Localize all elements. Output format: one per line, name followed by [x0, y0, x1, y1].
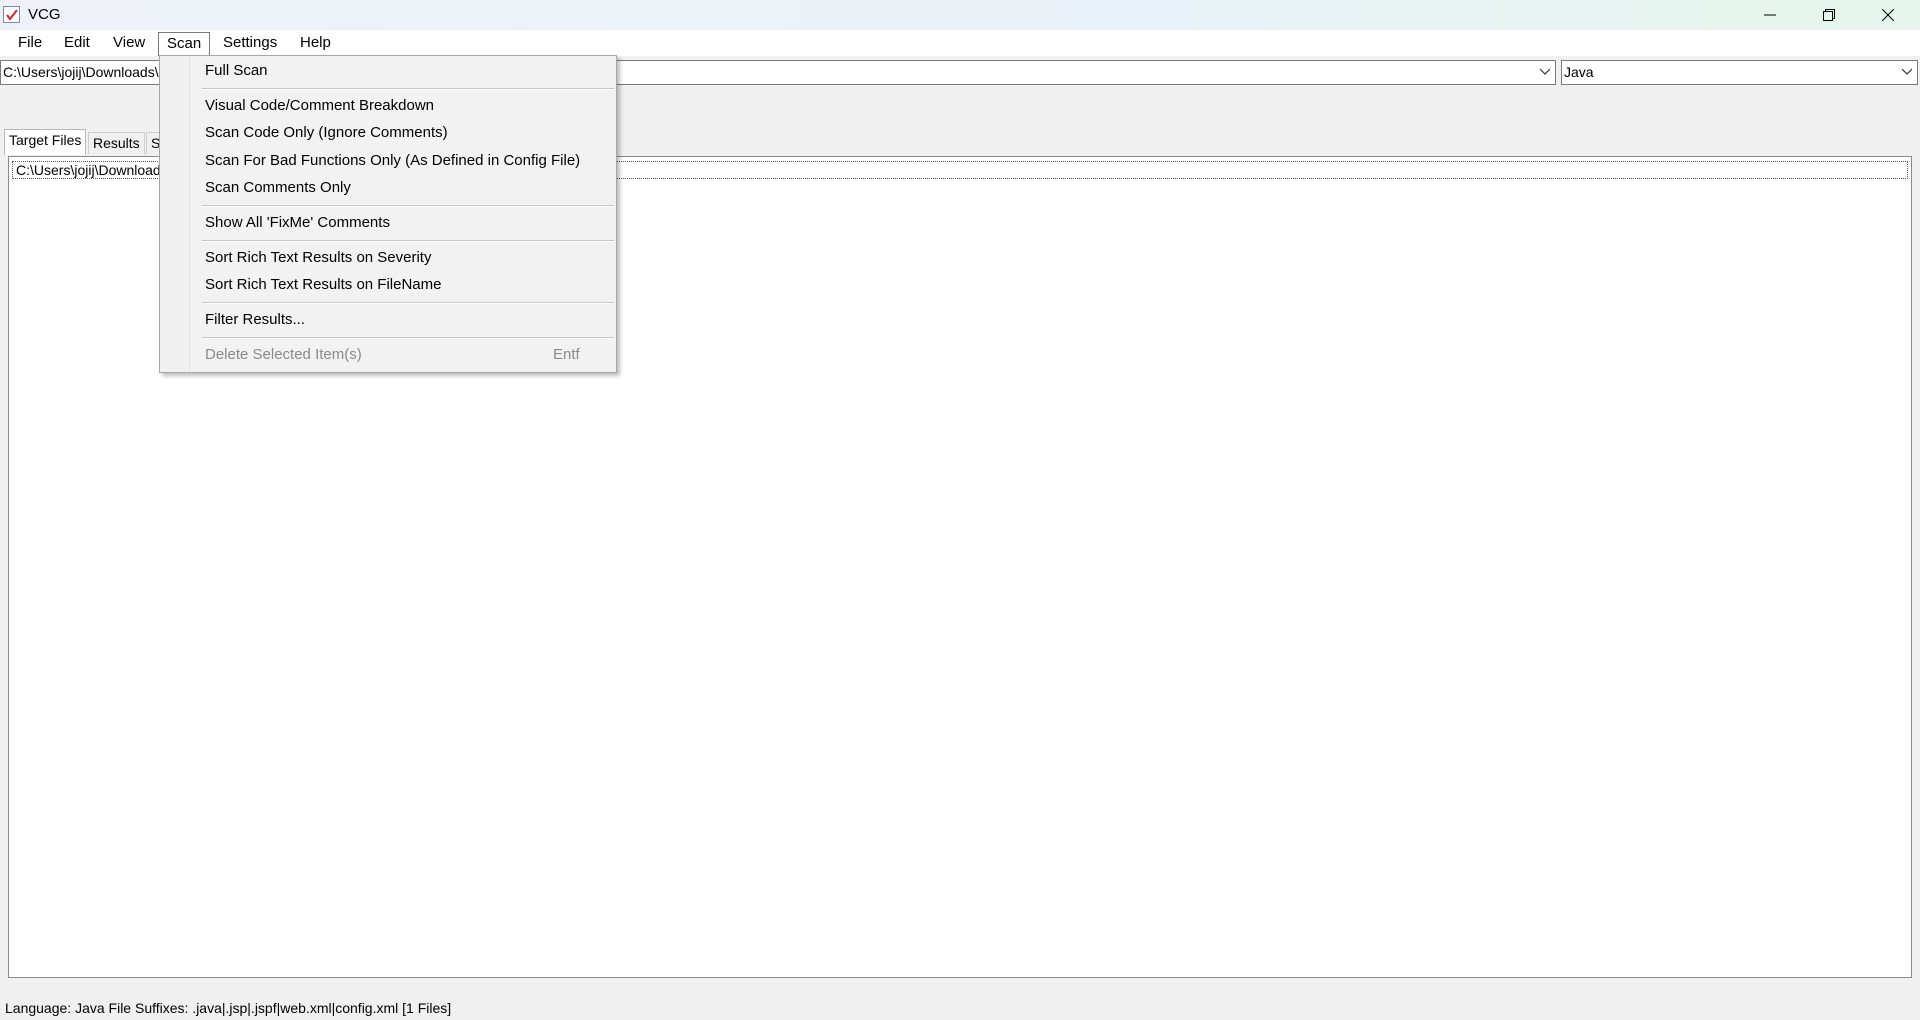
minimize-icon — [1764, 14, 1776, 16]
menu-settings[interactable]: Settings — [215, 32, 285, 56]
tab-target-files[interactable]: Target Files — [4, 129, 87, 155]
tab-results[interactable]: Results — [88, 132, 145, 154]
menu-file[interactable]: File — [10, 32, 50, 56]
menu-item-show-fixme[interactable]: Show All 'FixMe' Comments — [162, 210, 614, 236]
status-text: Language: Java File Suffixes: .java|.jsp… — [5, 1000, 452, 1016]
menu-item-delete-selected[interactable]: Delete Selected Item(s) Entf — [162, 342, 614, 368]
menu-item-scan-code-only[interactable]: Scan Code Only (Ignore Comments) — [162, 120, 614, 146]
menu-view[interactable]: View — [105, 32, 153, 56]
status-bar: Language: Java File Suffixes: .java|.jsp… — [0, 996, 1920, 1020]
menu-item-label: Delete Selected Item(s) — [205, 346, 362, 363]
title-bar: VCG — [0, 0, 1920, 30]
menu-item-sort-severity[interactable]: Sort Rich Text Results on Severity — [162, 245, 614, 271]
window-title: VCG — [28, 6, 61, 23]
language-combo[interactable]: Java — [1561, 60, 1918, 85]
menu-bar: File Edit View Scan Settings Help — [0, 30, 1920, 56]
minimize-button[interactable] — [1741, 0, 1799, 30]
language-value: Java — [1564, 64, 1594, 80]
close-button[interactable] — [1859, 0, 1917, 30]
menu-help[interactable]: Help — [292, 32, 339, 56]
menu-scan[interactable]: Scan — [158, 32, 211, 56]
menu-separator — [202, 337, 614, 339]
menu-item-scan-comments-only[interactable]: Scan Comments Only — [162, 175, 614, 201]
restore-icon — [1823, 9, 1835, 21]
chevron-down-icon — [1901, 68, 1913, 75]
menu-separator — [202, 240, 614, 242]
menu-item-full-scan[interactable]: Full Scan — [162, 58, 614, 84]
menu-edit[interactable]: Edit — [56, 32, 98, 56]
target-path-value: C:\Users\jojij\Downloads\ — [3, 64, 159, 80]
menu-item-sort-filename[interactable]: Sort Rich Text Results on FileName — [162, 272, 614, 298]
menu-item-visual-breakdown[interactable]: Visual Code/Comment Breakdown — [162, 93, 614, 119]
menu-separator — [202, 205, 614, 207]
vcg-app-icon — [3, 6, 20, 23]
menu-item-filter-results[interactable]: Filter Results... — [162, 307, 614, 333]
menu-separator — [202, 302, 614, 304]
restore-button[interactable] — [1800, 0, 1858, 30]
close-icon — [1882, 9, 1894, 21]
menu-item-scan-bad-functions[interactable]: Scan For Bad Functions Only (As Defined … — [162, 148, 614, 174]
menu-shortcut: Entf — [553, 346, 580, 363]
menu-separator — [202, 88, 614, 90]
scan-menu-dropdown: Full Scan Visual Code/Comment Breakdown … — [159, 55, 617, 373]
chevron-down-icon — [1539, 68, 1551, 75]
